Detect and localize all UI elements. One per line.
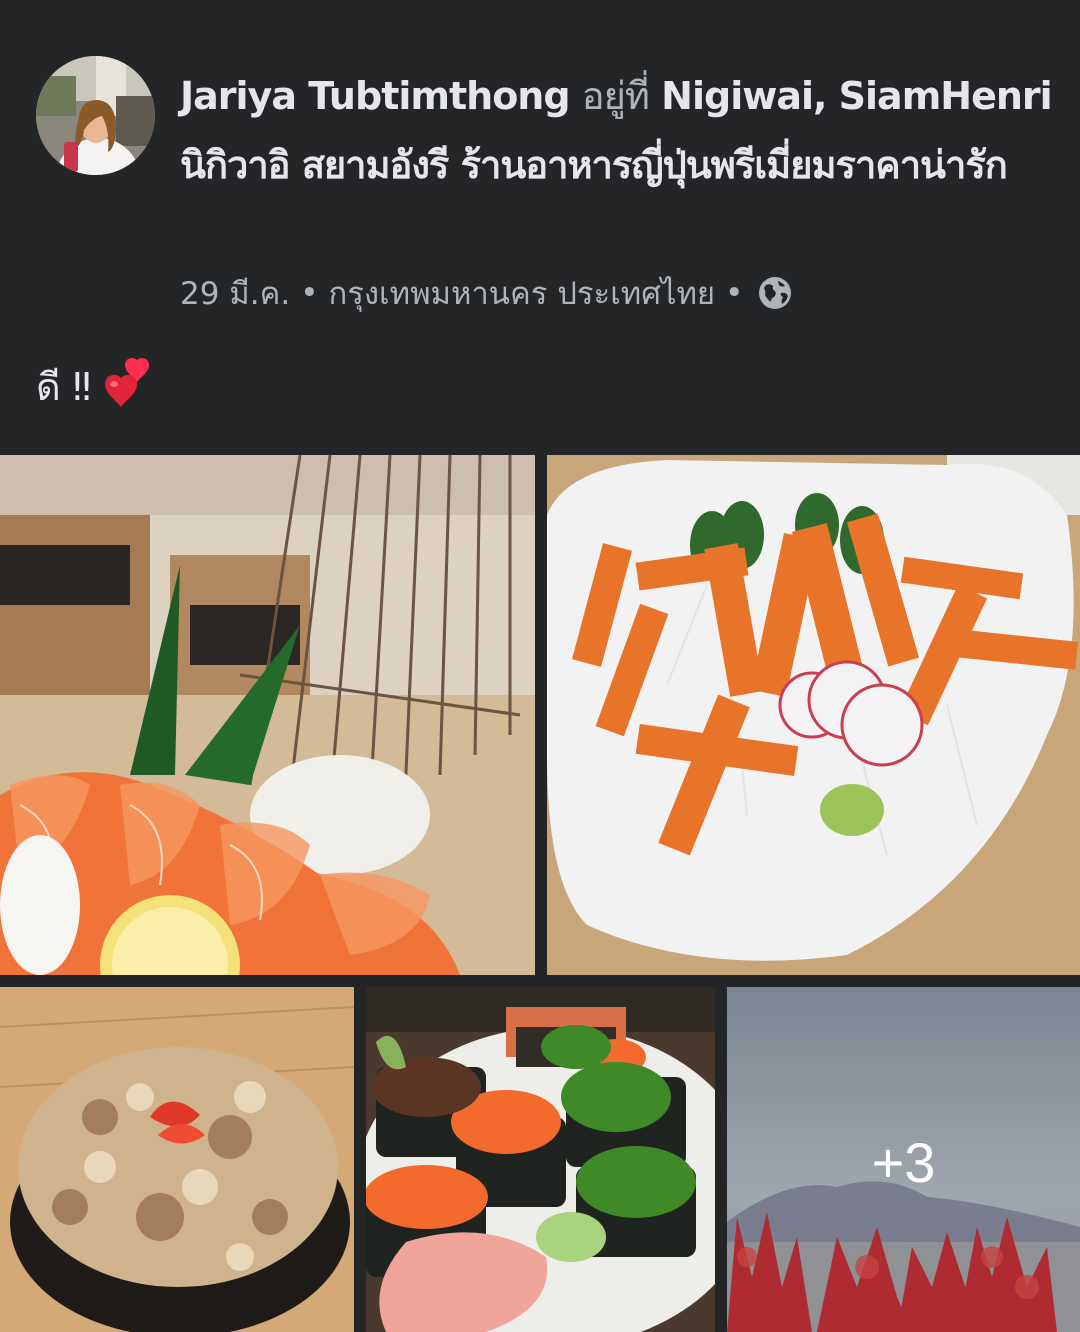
two-hearts-icon [101, 356, 161, 412]
more-photos-thumbnail[interactable]: +3 [727, 987, 1080, 1332]
at-label: อยู่ที่ [581, 74, 650, 118]
okonomiyaki-photo[interactable] [0, 987, 354, 1332]
meta-separator: • [300, 275, 319, 311]
caption-text: ดี ‼ [36, 365, 92, 409]
salmon-sashimi-photo[interactable] [0, 455, 535, 975]
gunkan-sushi-photo[interactable] [366, 987, 715, 1332]
post-header: Jariya Tubtimthong อยู่ที่ Nigiwai, Siam… [0, 0, 1080, 409]
post-caption: ดี ‼ [36, 356, 161, 417]
author-name[interactable]: Jariya Tubtimthong [180, 74, 571, 118]
more-photos-count[interactable]: +3 [727, 987, 1080, 1332]
post-meta: 29 มี.ค. • กรุงเทพมหานคร ประเทศไทย • [180, 268, 793, 318]
avatar-image [36, 56, 155, 175]
crab-stick-sashimi-photo[interactable] [547, 455, 1080, 975]
post-location[interactable]: กรุงเทพมหานคร ประเทศไทย [328, 268, 715, 318]
post-date[interactable]: 29 มี.ค. [180, 268, 290, 318]
globe-icon[interactable] [757, 275, 793, 311]
meta-separator: • [725, 275, 744, 311]
post-headline: Jariya Tubtimthong อยู่ที่ Nigiwai, Siam… [180, 62, 1060, 200]
author-avatar[interactable] [36, 56, 155, 175]
